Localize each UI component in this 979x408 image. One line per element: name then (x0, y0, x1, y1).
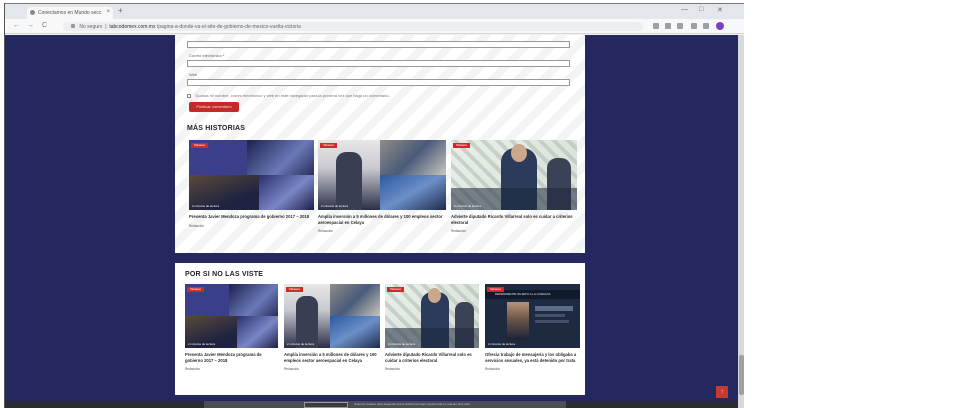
address-toolbar: ← → C No seguro | tabcodemex.com.mx /pag… (5, 19, 744, 34)
story-card[interactable]: Tabasco 2 minutos de lectura Amplía inve… (318, 140, 446, 233)
address-host: tabcodemex.com.mx (109, 24, 156, 30)
story-category-badge[interactable]: Tabasco (286, 287, 304, 292)
scanned-screenshot: Conectamos en Mundo secc × + — □ ✕ ← → C… (4, 3, 744, 408)
consent-checkbox[interactable] (187, 93, 191, 98)
story-author[interactable]: Redacción (318, 229, 446, 233)
story-category-badge[interactable]: Tabasco (487, 287, 505, 292)
story-thumbnail[interactable]: Tabasco 2 minutos de lectura (385, 284, 479, 348)
scrollbar-thumb[interactable] (739, 355, 744, 395)
browser-tab-strip: Conectamos en Mundo secc × + — □ ✕ (5, 4, 744, 19)
submit-comment-button[interactable]: Publicar comentario (189, 102, 239, 112)
forward-button[interactable]: → (27, 22, 34, 29)
story-card[interactable]: Tabasco 2 minutos de lectura Presenta Ja… (189, 140, 314, 228)
mas-historias-heading: MÁS HISTORIAS (187, 125, 246, 132)
share-icon[interactable] (665, 23, 671, 29)
minimize-button[interactable]: — (681, 6, 688, 13)
consent-text: Guarda mi nombre, correo electrónico y w… (195, 93, 390, 98)
story-category-badge[interactable]: Tabasco (453, 143, 471, 148)
story-card[interactable]: Tabasco 2 minutos de lectura Amplía inve… (284, 284, 380, 371)
back-button[interactable]: ← (13, 22, 20, 29)
story-read-time: 2 minutos de lectura (192, 204, 220, 208)
address-security-label: No seguro (79, 24, 103, 30)
story-thumbnail[interactable]: Tabasco 2 minutos de lectura (185, 284, 278, 348)
story-thumbnail[interactable]: DEPENDIENTE SUJETO A LA LICENCIA Tabasco… (485, 284, 580, 348)
story-title[interactable]: Ofrecía trabajo de mensajería y los obli… (485, 352, 580, 363)
close-window-button[interactable]: ✕ (717, 6, 723, 14)
por-si-no-heading: POR SI NO LAS VISTE (185, 271, 264, 278)
favicon-icon (30, 10, 35, 15)
story-category-badge[interactable]: Tabasco (191, 143, 209, 148)
web-field[interactable] (187, 79, 570, 86)
consent-checkbox-row[interactable]: Guarda mi nombre, correo electrónico y w… (187, 93, 390, 98)
browser-tab[interactable]: Conectamos en Mundo secc × (27, 7, 113, 19)
page-viewport: Correo electrónico * Web Guarda mi nombr… (5, 35, 744, 408)
tab-title: Conectamos en Mundo secc (38, 10, 102, 16)
story-thumbnail[interactable]: Tabasco 2 minutos de lectura (318, 140, 446, 210)
story-title[interactable]: Amplía inversión a 5 millones de dólares… (284, 352, 380, 363)
story-read-time: 2 minutos de lectura (188, 342, 216, 346)
story-title[interactable]: Presenta Javier Mendoza programa de gobi… (189, 214, 314, 220)
story-title[interactable]: Presenta Javier Mendoza programa de gobi… (185, 352, 278, 363)
email-label: Correo electrónico * (189, 53, 225, 58)
story-author[interactable]: Redacción (451, 229, 577, 233)
story-author[interactable]: Redacción (189, 224, 314, 228)
reload-button[interactable]: C (42, 22, 47, 29)
story-author[interactable]: Redacción (385, 367, 479, 371)
web-label: Web (189, 72, 198, 77)
name-field[interactable] (187, 41, 570, 48)
story-title[interactable]: Advierte diputado Ricardo Villarreal sol… (451, 214, 577, 225)
story-author[interactable]: Redacción (485, 367, 580, 371)
new-tab-button[interactable]: + (118, 6, 123, 15)
story-thumbnail[interactable]: Tabasco 2 minutos de lectura (451, 140, 577, 210)
story-card[interactable]: DEPENDIENTE SUJETO A LA LICENCIA Tabasco… (485, 284, 580, 371)
story-card[interactable]: Tabasco 2 minutos de lectura Advierte di… (385, 284, 479, 371)
close-tab-icon[interactable]: × (106, 9, 110, 15)
story-read-time: 2 minutos de lectura (454, 204, 482, 208)
story-card[interactable]: Tabasco 2 minutos de lectura Presenta Ja… (185, 284, 278, 371)
story-category-badge[interactable]: Tabasco (320, 143, 338, 148)
article-card: Correo electrónico * Web Guarda mi nombr… (175, 35, 585, 253)
story-author[interactable]: Redacción (185, 367, 278, 371)
scrollbar[interactable] (738, 35, 744, 408)
bookmark-star-icon[interactable] (677, 23, 683, 29)
story-thumbnail[interactable]: Tabasco 2 minutos de lectura (189, 140, 314, 210)
email-field[interactable] (187, 60, 570, 67)
story-author[interactable]: Redacción (284, 367, 380, 371)
story-category-badge[interactable]: Tabasco (387, 287, 405, 292)
por-si-no-las-viste-section: POR SI NO LAS VISTE Tabasco 2 minutos de… (175, 263, 585, 395)
story-read-time: 2 minutos de lectura (488, 342, 516, 346)
extension-icon[interactable] (653, 23, 659, 29)
story-read-time: 2 minutos de lectura (388, 342, 416, 346)
back-to-top-button[interactable]: ↑ (716, 386, 728, 398)
story-title[interactable]: Amplía inversión a 5 millones de dólares… (318, 214, 446, 225)
maximize-button[interactable]: □ (699, 6, 703, 13)
address-path: /pagina-a-donde-va-el-site-de-gobierno-d… (156, 24, 301, 30)
story-card[interactable]: Tabasco 2 minutos de lectura Advierte di… (451, 140, 577, 233)
story-read-time: 2 minutos de lectura (321, 204, 349, 208)
cookie-banner: Usamos cookies para asegurar que te damo… (204, 401, 566, 408)
story-title[interactable]: Advierte diputado Ricardo Villarreal sol… (385, 352, 479, 363)
profile-avatar[interactable] (716, 22, 724, 30)
story-thumbnail[interactable]: Tabasco 2 minutos de lectura (284, 284, 380, 348)
address-bar[interactable]: No seguro | tabcodemex.com.mx /pagina-a-… (63, 22, 643, 31)
not-secure-icon (71, 24, 75, 28)
cookie-text: Usamos cookies para asegurar que te damo… (354, 402, 471, 406)
story-read-time: 2 minutos de lectura (287, 342, 315, 346)
cookie-accept-button[interactable] (304, 402, 348, 408)
story-category-badge[interactable]: Tabasco (187, 287, 205, 292)
extensions-puzzle-icon[interactable] (691, 23, 697, 29)
sidebar-icon[interactable] (703, 23, 709, 29)
